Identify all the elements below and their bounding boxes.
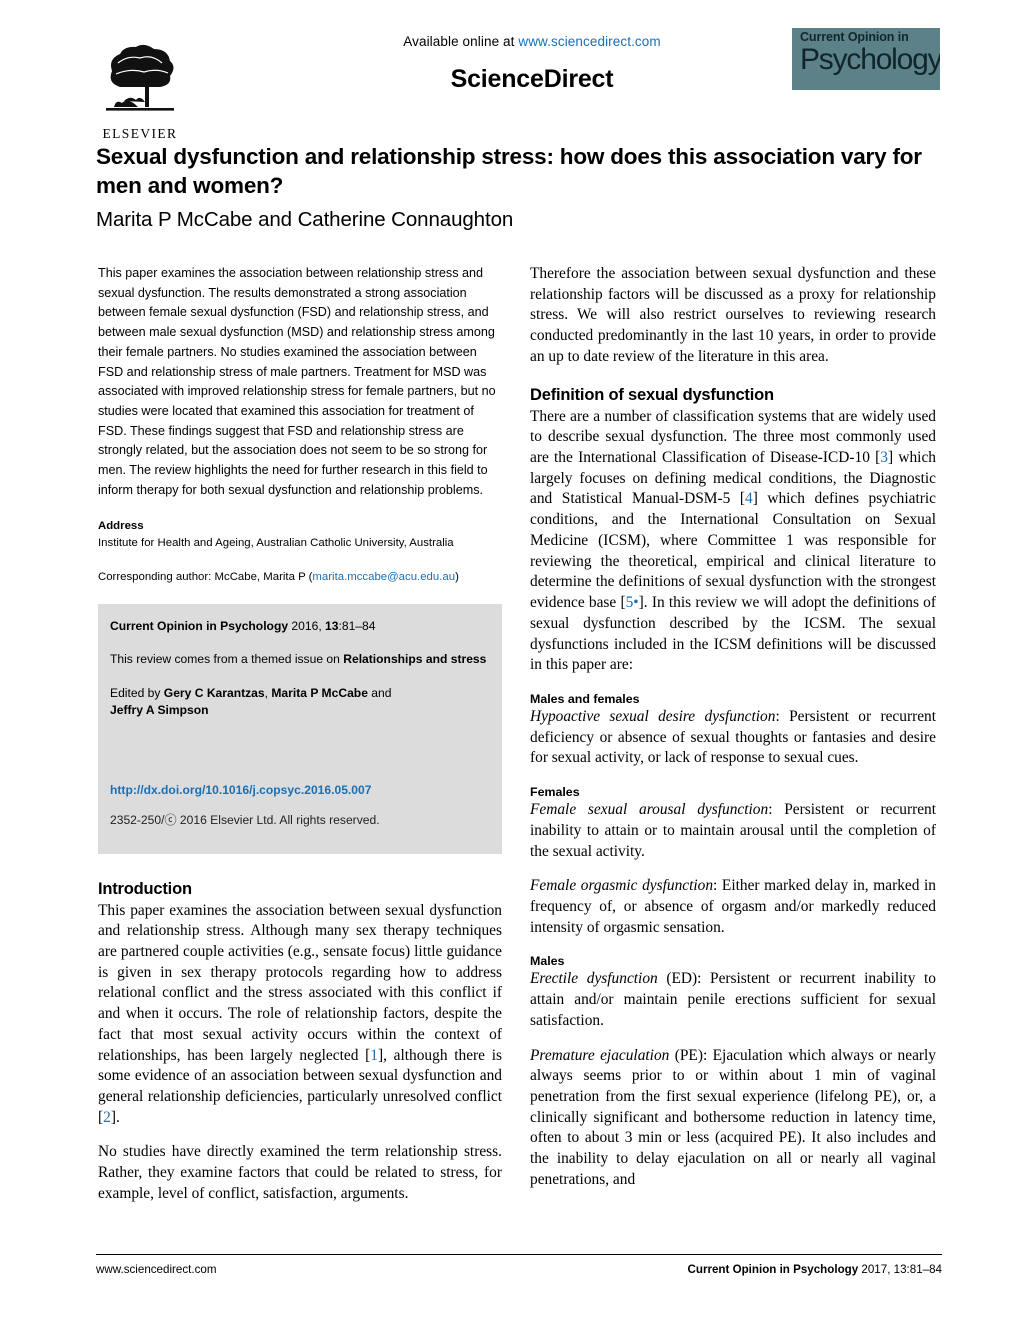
corresponding-suffix: )	[455, 570, 459, 583]
abstract-text: This paper examines the association betw…	[98, 266, 496, 497]
males-subsection: Males Erectile dysfunction (ED): Persist…	[530, 954, 936, 1190]
footer-divider	[96, 1254, 942, 1255]
masthead: ELSEVIER Available online at www.science…	[92, 24, 940, 140]
themed-issue-prefix: This review comes from a themed issue on	[110, 652, 344, 667]
footer-journal-name: Current Opinion in Psychology	[687, 1263, 859, 1276]
female-orgasmic-definition: Female orgasmic dysfunction: Either mark…	[530, 876, 936, 938]
citation-ref-1[interactable]: 1	[370, 1047, 378, 1064]
doi-link[interactable]: http://dx.doi.org/10.1016/j.copsyc.2016.…	[110, 782, 371, 800]
right-column: Therefore the association between sexual…	[530, 264, 936, 1191]
premature-ejaculation-definition: Premature ejaculation (PE): Ejaculation …	[530, 1046, 936, 1191]
footer-website[interactable]: www.sciencedirect.com	[96, 1263, 216, 1276]
copyright-line: 2352-250/ⓒ 2016 Elsevier Ltd. All rights…	[110, 812, 380, 827]
citation-ref-3[interactable]: 3	[880, 449, 888, 466]
journal-badge-line2: Psychology	[800, 43, 940, 77]
elsevier-logo: ELSEVIER	[92, 28, 188, 140]
definition-section: Definition of sexual dysfunction There a…	[530, 386, 936, 676]
paper-page: ELSEVIER Available online at www.science…	[0, 0, 1020, 1323]
corresponding-email-link[interactable]: marita.mccabe@acu.edu.au	[312, 571, 455, 583]
address-affiliation: Institute for Health and Ageing, Austral…	[98, 537, 454, 550]
citation-volume: 13	[325, 618, 339, 633]
citation-pages: :81–84	[338, 618, 376, 633]
citation-journal-line: Current Opinion in Psychology 2016, 13:8…	[110, 618, 488, 636]
introduction-paragraph-1: This paper examines the association betw…	[98, 901, 502, 1129]
available-online-prefix: Available online at	[403, 34, 519, 49]
left-column: This paper examines the association betw…	[98, 264, 502, 1205]
elsevier-wordmark: ELSEVIER	[102, 125, 178, 141]
address-heading: Address	[98, 520, 144, 533]
editor-3: Jeffry A Simpson	[110, 703, 209, 718]
introduction-heading: Introduction	[98, 879, 192, 898]
page-footer: www.sciencedirect.com Current Opinion in…	[96, 1254, 942, 1276]
corresponding-author-line: Corresponding author: McCabe, Marita P (…	[98, 569, 502, 586]
editor-1: Gery C Karantzas	[163, 685, 265, 700]
males-females-subsection: Males and females Hypoactive sexual desi…	[530, 692, 936, 769]
footer-journal-reference: Current Opinion in Psychology 2017, 13:8…	[687, 1263, 942, 1276]
definition-paragraph: There are a number of classification sys…	[530, 407, 936, 676]
editors-line: Edited by Gery C Karantzas, Marita P McC…	[110, 685, 488, 720]
females-subsection: Females Female sexual arousal dysfunctio…	[530, 785, 936, 938]
sciencedirect-url[interactable]: www.sciencedirect.com	[518, 34, 660, 49]
introduction-paragraph-2: No studies have directly examined the te…	[98, 1143, 502, 1202]
sciencedirect-wordmark: ScienceDirect	[450, 65, 614, 93]
ed-abbreviation: (ED)	[657, 970, 698, 988]
citation-box: Current Opinion in Psychology 2016, 13:8…	[98, 603, 502, 854]
males-and-females-heading: Males and females	[530, 691, 640, 706]
females-heading: Females	[530, 785, 580, 800]
corresponding-prefix: Corresponding author: McCabe, Marita P (	[98, 570, 313, 583]
intro-p1-part-c: ].	[110, 1108, 120, 1126]
themed-issue-line: This review comes from a themed issue on…	[110, 651, 488, 669]
editor-2: Marita P McCabe	[271, 685, 368, 700]
males-heading: Males	[530, 954, 565, 969]
pe-term: Premature ejaculation	[530, 1046, 670, 1064]
footer-journal-volume: 2017, 13:81–84	[858, 1263, 942, 1276]
therefore-paragraph: Therefore the association between sexual…	[530, 265, 936, 365]
hypoactive-desire-definition: Hypoactive sexual desire dysfunction: Pe…	[530, 707, 936, 769]
hsdd-term: Hypoactive sexual desire dysfunction	[530, 707, 776, 725]
pe-abbreviation: (PE)	[669, 1046, 703, 1064]
intro-p1-part-a: This paper examines the association betw…	[98, 901, 502, 1064]
fod-term: Female orgasmic dysfunction	[530, 877, 714, 895]
def-part-c: ] which defines psychiatric conditions, …	[530, 490, 936, 612]
citation-ref-4[interactable]: 4	[745, 490, 753, 507]
footer-row: www.sciencedirect.com Current Opinion in…	[96, 1263, 942, 1276]
erectile-dysfunction-definition: Erectile dysfunction (ED): Persistent or…	[530, 969, 936, 1031]
available-online-line: Available online at www.sciencedirect.co…	[292, 34, 772, 49]
citation-ref-5[interactable]: 5•	[626, 594, 639, 611]
article-title: Sexual dysfunction and relationship stre…	[96, 144, 922, 199]
journal-logo-badge: Current Opinion in Psychology	[792, 28, 940, 90]
article-authors: Marita P McCabe and Catherine Connaughto…	[96, 207, 514, 231]
ed-term: Erectile dysfunction	[530, 970, 658, 988]
citation-journal-name: Current Opinion in Psychology	[110, 618, 289, 633]
fsad-term: Female sexual arousal dysfunction	[530, 801, 769, 819]
title-block: Sexual dysfunction and relationship stre…	[96, 142, 942, 232]
sciencedirect-block: Available online at www.sciencedirect.co…	[292, 34, 772, 94]
themed-issue-title: Relationships and stress	[343, 652, 487, 667]
citation-ref-2[interactable]: 2	[103, 1109, 111, 1126]
edited-by-prefix: Edited by	[110, 685, 164, 700]
female-arousal-definition: Female sexual arousal dysfunction: Persi…	[530, 800, 936, 862]
introduction-section: Introduction This paper examines the ass…	[98, 880, 502, 1205]
elsevier-tree-icon	[106, 44, 174, 111]
def-part-a: There are a number of classification sys…	[530, 407, 936, 467]
definition-heading: Definition of sexual dysfunction	[530, 385, 774, 404]
editor-and: and	[367, 685, 392, 700]
citation-year: 2016,	[288, 618, 326, 633]
pe-description: : Ejaculation which always or nearly alw…	[530, 1046, 936, 1188]
